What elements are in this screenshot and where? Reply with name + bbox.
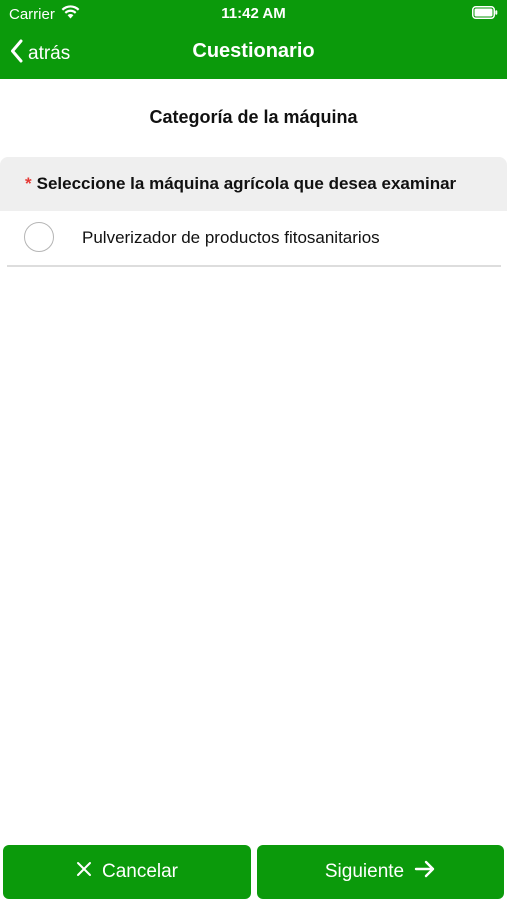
radio-button[interactable] [24, 222, 54, 252]
page-title: Cuestionario [192, 40, 315, 62]
status-time: 11:42 AM [221, 5, 286, 22]
question-label: * Seleccione la máquina agrícola que dese… [25, 174, 456, 194]
navigation-bar: atrás Cuestionario [0, 28, 507, 79]
option-label: Pulverizador de productos fitosanitarios [82, 228, 380, 247]
cancel-button[interactable]: Cancelar [3, 845, 251, 899]
required-marker: * [25, 174, 32, 193]
radio-option-pulverizador[interactable]: Pulverizador de productos fitosanitarios [7, 211, 501, 267]
next-button[interactable]: Siguiente [257, 845, 504, 899]
close-icon [76, 861, 92, 883]
battery-icon [472, 6, 498, 19]
arrow-right-icon [414, 860, 436, 884]
next-label: Siguiente [324, 861, 405, 882]
status-bar: Carrier 11:42 AM [0, 0, 507, 28]
question-text: Seleccione la máquina agrícola que desea… [36, 174, 457, 193]
question-header: * Seleccione la máquina agrícola que dese… [0, 157, 507, 211]
section-title: Categoría de la máquina [149, 107, 358, 127]
app-header: Carrier 11:42 AM atrás Cuestionario [0, 0, 507, 79]
cancel-label: Cancelar [101, 861, 179, 882]
